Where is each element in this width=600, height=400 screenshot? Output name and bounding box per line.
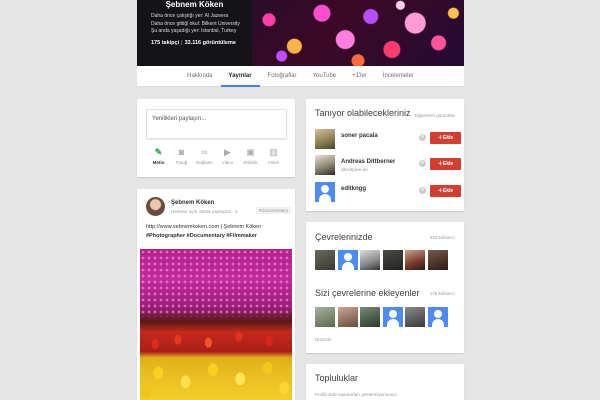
share-link-button[interactable]: ∞ Bağlantı [193,147,216,165]
avatar[interactable] [382,250,403,270]
post-visibility: Herkese açık olarak paylaşıldı · 2 [171,209,238,214]
add-button[interactable]: ＋Ekle [430,158,461,170]
event-icon: ▣ [246,147,255,157]
suggestion-row: soner pacala ✕ ＋Ekle [315,129,461,149]
in-circles-count[interactable]: 323 kullanıcı [430,235,455,240]
suggestion-name[interactable]: editkngg [341,186,366,192]
share-action-label: Video [221,160,234,165]
suggestion-row: editkngg ✕ ＋Ekle [315,182,461,202]
view-all-link[interactable]: Diğerlerini görüntüle [415,113,455,118]
dismiss-icon[interactable]: ✕ [419,187,426,194]
avatar[interactable] [315,155,335,175]
tab-reviews[interactable]: İncelemeler [375,66,422,87]
video-icon: ▶ [224,147,231,157]
cover-photo[interactable] [252,0,464,66]
post-photo[interactable] [140,249,292,400]
share-event-button[interactable]: ▣ Etkinlik [239,147,262,165]
add-button[interactable]: ＋Ekle [430,185,461,197]
avatar[interactable] [382,307,403,327]
avatar[interactable] [405,250,425,270]
tab-about[interactable]: Hakkında [179,66,220,87]
share-input[interactable]: Yenilikleri paylaşın... [146,109,287,139]
suggestion-name[interactable]: Andreas Dittberner [341,159,395,165]
share-action-label: Fotoğ [175,160,188,165]
link-icon: ∞ [201,147,208,157]
communities-text: Profilinizde toplulukları göstermiyorsun… [315,392,399,397]
people-title: Tanıyor olabilecekleriniz [315,108,411,118]
avatar[interactable] [360,250,380,270]
avatar[interactable] [337,250,358,270]
add-button-label: Ekle [442,161,454,167]
circles-card: Çevrelerinizde 323 kullanıcı Sizi çevrel… [306,222,464,353]
avatar[interactable] [315,129,335,149]
post-author-name[interactable]: Şebnem Köken [171,200,214,206]
tab-plusones[interactable]: +1'ler [344,66,375,87]
share-text-button[interactable]: ✎ Metin [147,147,170,165]
suggestion-row: Andreas Dittberner aboutpixel.de ✕ ＋Ekle [315,155,461,175]
add-button-label: Ekle [442,188,454,194]
share-action-label: Etkinlik [243,160,258,165]
in-circles-avatars [315,250,450,270]
pencil-icon: ✎ [154,147,163,157]
tab-youtube[interactable]: YouTube [305,66,345,87]
share-actions: ✎ Metin ◙ Fotoğ ∞ Bağlantı ▶ Video ▣ Etkinlik… [147,147,285,165]
avatar[interactable] [315,250,335,270]
share-box: Yenilikleri paylaşın... ✎ Metin ◙ Fotoğ ∞ B… [137,99,295,177]
post-author-avatar[interactable] [146,197,165,216]
views-count: 33.116 görüntüleme [184,40,236,46]
share-photo-button[interactable]: ◙ Fotoğ [170,147,193,165]
avatar[interactable] [427,307,448,327]
profile-work: Daha önce çalıştığı yer: Al Jazeera [151,13,229,19]
camera-icon: ◙ [178,147,185,157]
profile-tabs: Hakkında Yayınlar Fotoğraflar YouTube +1… [137,66,464,87]
in-circles-title[interactable]: Çevrelerinizde [315,232,373,242]
post-hashtag[interactable]: #Documentary [255,207,291,214]
post-hashtags[interactable]: #Photographer #Documentary #Filmmaker [146,233,257,239]
post-card: Şebnem Köken Herkese açık olarak paylaşı… [137,189,295,400]
share-action-label: Bağlantı [196,160,213,165]
followers-count[interactable]: 175 takipçi [151,40,179,46]
share-video-button[interactable]: ▶ Video [216,147,239,165]
adders-title[interactable]: Sizi çevrelerine ekleyenler [315,288,420,298]
avatar[interactable] [360,307,380,327]
avatar[interactable] [315,182,335,202]
photo-flowers [140,249,292,317]
post-link-text[interactable]: http://www.sebnemkoken.com | Şebnem Köke… [146,224,261,230]
profile-location: Şu anda yaşadığı yer: Istanbul, Turkey [151,28,237,34]
profile-stats: 175 takipçi | 33.116 görüntüleme [151,40,236,46]
edit-circles-link[interactable]: Düzenle [315,337,332,342]
profile-school: Daha önce gittiği okul: Bilkent Universi… [151,20,240,27]
profile-name: Şebnem Köken [165,0,224,9]
suggestion-subtitle: aboutpixel.de [341,167,368,172]
avatar[interactable] [427,250,448,270]
communities-card: Topluluklar Profilinizde toplulukları gö… [306,364,464,400]
adders-count[interactable]: 175 kullanıcı [430,291,455,296]
profile-cover: Şebnem Köken Daha önce çalıştığı yer: Al… [137,0,464,66]
dismiss-icon[interactable]: ✕ [419,160,426,167]
tab-photos[interactable]: Fotoğraflar [260,66,305,87]
avatar[interactable] [337,307,358,327]
avatar[interactable] [405,307,425,327]
communities-title: Topluluklar [315,373,359,383]
adders-avatars [315,307,450,327]
add-button[interactable]: ＋Ekle [430,132,461,144]
share-action-label: Anket [267,160,280,165]
suggestion-name[interactable]: soner pacala [341,133,378,139]
people-suggestions: Tanıyor olabilecekleriniz Diğerlerini gö… [306,99,464,211]
add-button-label: Ekle [442,135,454,141]
tab-posts[interactable]: Yayınlar [220,66,260,87]
profile-info: Daha önce çalıştığı yer: Al Jazeera Daha… [151,13,251,36]
share-action-label: Metin [152,160,165,165]
dismiss-icon[interactable]: ✕ [419,134,426,141]
avatar[interactable] [315,307,335,327]
poll-icon: ▥ [269,147,278,157]
share-poll-button[interactable]: ▥ Anket [262,147,285,165]
